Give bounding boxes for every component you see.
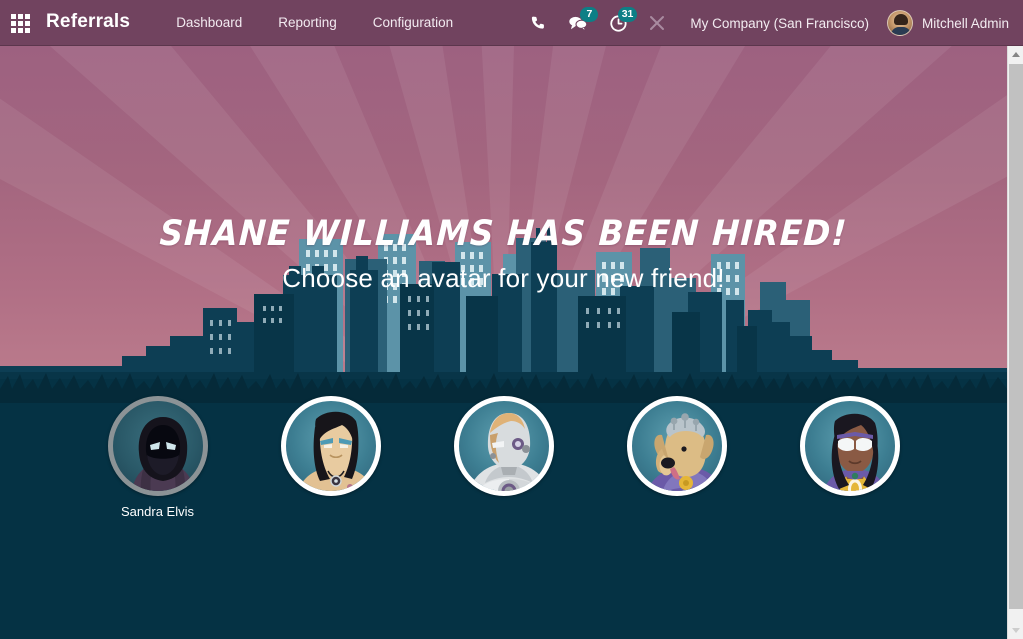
navbar-right-group: 7 31 My Company (San Francisco) Mitchell… [519, 0, 1023, 46]
avatar-option-ninja[interactable]: Sandra Elvis [71, 396, 244, 519]
avatar-option-robot[interactable] [417, 396, 590, 504]
activities-button[interactable]: 31 [599, 0, 638, 46]
page-subtitle: Choose an avatar for your new friend! [282, 263, 725, 293]
menu-item-dashboard[interactable]: Dashboard [158, 0, 260, 46]
scrollbar-thumb[interactable] [1009, 64, 1023, 609]
user-menu[interactable]: Mitchell Admin [883, 10, 1023, 36]
vertical-scrollbar[interactable] [1007, 46, 1023, 639]
referrals-hired-page: SHANE WILLIAMS HAS BEEN HIRED! Choose an… [0, 46, 1007, 639]
phone-icon [532, 16, 545, 29]
apps-menu-button[interactable] [0, 0, 40, 46]
phone-button[interactable] [519, 0, 557, 46]
avatar [886, 10, 913, 36]
dog-avatar-icon[interactable] [626, 396, 727, 496]
rocker-avatar-icon[interactable] [280, 396, 381, 496]
top-navbar: Referrals Dashboard Reporting Configurat… [0, 0, 1023, 46]
page-title: SHANE WILLIAMS HAS BEEN HIRED! [158, 214, 849, 254]
scroll-up-button[interactable] [1008, 46, 1023, 63]
ninja-avatar-icon[interactable] [107, 396, 208, 496]
chevron-down-icon [1012, 628, 1020, 633]
superhero-avatar-icon[interactable] [799, 396, 900, 496]
chevron-up-icon [1012, 52, 1020, 57]
main-menu: Dashboard Reporting Configuration [158, 0, 471, 46]
avatar-chooser: Sandra Elvis [0, 396, 1007, 566]
robot-avatar-icon[interactable] [453, 396, 554, 496]
scroll-down-button[interactable] [1008, 622, 1023, 639]
apps-grid-icon [10, 13, 30, 33]
menu-item-configuration[interactable]: Configuration [355, 0, 471, 46]
avatar-label-ninja: Sandra Elvis [121, 504, 194, 519]
activities-badge: 31 [617, 7, 638, 22]
debug-tools-button[interactable] [638, 0, 676, 46]
app-brand-referrals[interactable]: Referrals [40, 11, 136, 35]
avatar-option-dog[interactable] [590, 396, 763, 504]
debug-tools-icon [650, 16, 665, 30]
user-name-label: Mitchell Admin [921, 15, 1009, 31]
company-switcher[interactable]: My Company (San Francisco) [676, 16, 883, 31]
avatar-option-superhero[interactable] [763, 396, 936, 504]
messages-badge: 7 [580, 7, 599, 22]
menu-item-reporting[interactable]: Reporting [260, 0, 355, 46]
avatar-option-rocker[interactable] [244, 396, 417, 504]
messages-button[interactable]: 7 [557, 0, 599, 46]
